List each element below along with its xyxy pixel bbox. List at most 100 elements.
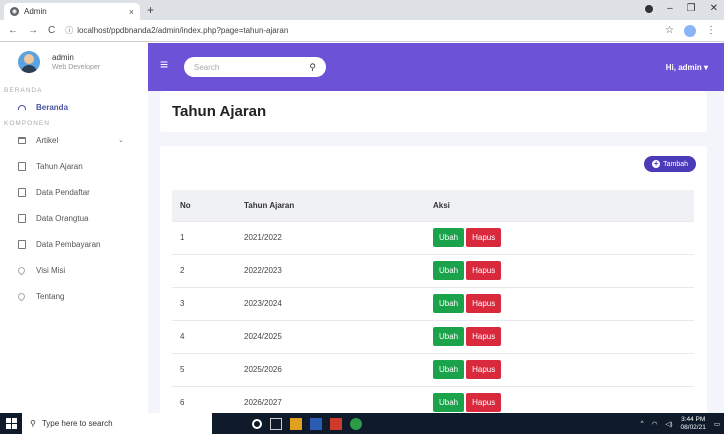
- sidebar-item-label: Data Orangtua: [36, 213, 89, 223]
- cell-aksi: Ubah Hapus: [429, 352, 694, 386]
- sidebar-item-beranda[interactable]: Beranda: [0, 94, 148, 120]
- task-view-icon[interactable]: [270, 417, 282, 430]
- add-button-label: Tambah: [663, 160, 688, 168]
- chevron-up-icon[interactable]: ^: [641, 420, 644, 427]
- start-button[interactable]: [0, 413, 22, 434]
- delete-button[interactable]: Hapus: [466, 360, 502, 379]
- data-table: No Tahun Ajaran Aksi 1 2021/2022 Ubah Hap…: [172, 190, 694, 413]
- delete-button[interactable]: Hapus: [466, 393, 502, 413]
- delete-button[interactable]: Hapus: [466, 294, 502, 313]
- delete-button[interactable]: Hapus: [466, 327, 502, 346]
- browser-tab-bar: ◉ Admin × + – ❐ ✕: [0, 0, 724, 20]
- back-icon[interactable]: ←: [8, 25, 18, 36]
- cell-tahun-ajaran: 2022/2023: [244, 253, 429, 287]
- document-icon: [18, 239, 26, 249]
- user-role: Web Developer: [52, 64, 101, 71]
- cell-aksi: Ubah Hapus: [429, 253, 694, 287]
- delete-button[interactable]: Hapus: [466, 261, 502, 280]
- user-menu[interactable]: Hi, admin ▾: [666, 63, 708, 72]
- add-button[interactable]: + Tambah: [644, 156, 696, 172]
- sidebar-item-data-orangtua[interactable]: Data Orangtua: [0, 205, 148, 231]
- sidebar-item-visi-misi[interactable]: Visi Misi: [0, 257, 148, 283]
- cell-no: 5: [172, 352, 244, 386]
- cell-aksi: Ubah Hapus: [429, 220, 694, 254]
- kebab-menu-icon[interactable]: ⋮: [706, 25, 716, 36]
- minimize-icon[interactable]: –: [667, 3, 673, 14]
- table-row: 4 2024/2025 Ubah Hapus: [172, 319, 694, 353]
- notification-icon[interactable]: ▭: [714, 420, 720, 428]
- forward-icon[interactable]: →: [28, 25, 38, 36]
- window-icon: [18, 136, 26, 144]
- volume-icon[interactable]: ◁): [665, 420, 672, 428]
- reload-icon[interactable]: C: [48, 25, 55, 36]
- word-icon[interactable]: [310, 417, 322, 430]
- cell-tahun-ajaran: 2023/2024: [244, 286, 429, 320]
- edit-button[interactable]: Ubah: [433, 261, 465, 280]
- table-row: 1 2021/2022 Ubah Hapus: [172, 220, 694, 254]
- user-name: admin: [52, 53, 74, 62]
- user-panel: admin Web Developer: [0, 43, 148, 73]
- tab-close-icon[interactable]: ×: [129, 7, 134, 17]
- sidebar-item-tahun-ajaran[interactable]: Tahun Ajaran: [0, 153, 148, 179]
- cell-tahun-ajaran: 2026/2027: [244, 385, 429, 413]
- sidebar-item-artikel[interactable]: Artikel ⌄: [0, 127, 148, 153]
- table-header-row: No Tahun Ajaran Aksi: [172, 190, 694, 221]
- column-header-aksi: Aksi: [429, 190, 694, 221]
- column-header-no: No: [172, 190, 244, 221]
- cortana-icon[interactable]: [252, 418, 262, 429]
- os-taskbar: ⚲ Type here to search ^ ◠ ◁) 3:44 PM 08/…: [0, 413, 724, 434]
- sidebar-item-label: Tentang: [36, 291, 65, 301]
- url-text: localhost/ppdbnanda2/admin/index.php?pag…: [77, 26, 289, 35]
- cell-aksi: Ubah Hapus: [429, 319, 694, 353]
- maximize-icon[interactable]: ❐: [687, 3, 696, 14]
- edit-button[interactable]: Ubah: [433, 360, 465, 379]
- bookmark-star-icon[interactable]: ☆: [665, 25, 674, 36]
- plus-icon: +: [652, 159, 661, 168]
- window-controls: – ❐ ✕: [645, 3, 718, 14]
- info-icon[interactable]: ⓘ: [65, 26, 73, 35]
- sidebar-item-tentang[interactable]: Tentang: [0, 283, 148, 309]
- cell-tahun-ajaran: 2024/2025: [244, 319, 429, 353]
- new-tab-button[interactable]: +: [147, 3, 154, 17]
- profile-icon[interactable]: [684, 24, 696, 37]
- network-icon[interactable]: ◠: [652, 420, 658, 428]
- sidebar-item-data-pendaftar[interactable]: Data Pendaftar: [0, 179, 148, 205]
- close-window-icon[interactable]: ✕: [710, 3, 718, 14]
- chrome-icon[interactable]: [350, 417, 362, 430]
- section-label-komponen: KOMPONEN: [4, 120, 50, 127]
- edit-button[interactable]: Ubah: [433, 228, 465, 247]
- edit-button[interactable]: Ubah: [433, 294, 465, 313]
- clock[interactable]: 3:44 PM 08/02/21: [681, 416, 706, 432]
- edit-button[interactable]: Ubah: [433, 393, 465, 413]
- system-tray: ^ ◠ ◁) 3:44 PM 08/02/21 ▭: [641, 413, 720, 434]
- record-icon[interactable]: [645, 4, 654, 13]
- edit-button[interactable]: Ubah: [433, 327, 465, 346]
- taskbar-search-input[interactable]: ⚲ Type here to search: [22, 413, 212, 434]
- windows-logo-icon: [5, 418, 17, 429]
- file-explorer-icon[interactable]: [290, 417, 302, 430]
- url-field[interactable]: ⓘ localhost/ppdbnanda2/admin/index.php?pa…: [65, 25, 665, 36]
- pin-icon: [16, 291, 27, 301]
- sidebar-item-label: Tahun Ajaran: [36, 161, 83, 171]
- pin-icon: [16, 265, 27, 275]
- cell-no: 6: [172, 385, 244, 413]
- delete-button[interactable]: Hapus: [466, 228, 502, 247]
- document-icon: [18, 161, 26, 171]
- browser-tab[interactable]: ◉ Admin ×: [4, 3, 140, 20]
- table-row: 2 2022/2023 Ubah Hapus: [172, 253, 694, 287]
- sidebar-item-label: Visi Misi: [36, 265, 66, 275]
- document-icon: [18, 187, 26, 197]
- cell-tahun-ajaran: 2021/2022: [244, 220, 429, 254]
- app: ≡ Search ⚲ Hi, admin ▾ admin Web Develop…: [0, 43, 724, 413]
- app-icon[interactable]: [330, 417, 342, 430]
- table-row: 5 2025/2026 Ubah Hapus: [172, 352, 694, 386]
- search-input[interactable]: Search ⚲: [184, 57, 326, 77]
- cell-tahun-ajaran: 2025/2026: [244, 352, 429, 386]
- document-icon: [18, 213, 26, 223]
- hamburger-menu-icon[interactable]: ≡: [160, 56, 168, 72]
- tab-title: Admin: [24, 7, 47, 16]
- search-icon[interactable]: ⚲: [309, 62, 316, 73]
- cell-aksi: Ubah Hapus: [429, 286, 694, 320]
- sidebar-item-data-pembayaran[interactable]: Data Pembayaran: [0, 231, 148, 257]
- cell-no: 2: [172, 253, 244, 287]
